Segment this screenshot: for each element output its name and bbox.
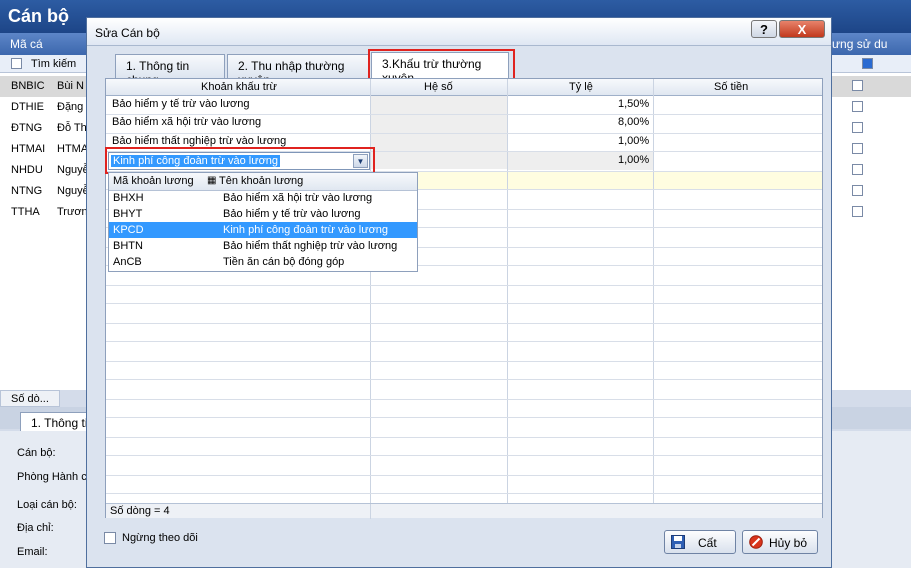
- dropdown-list: Mã khoản lương ▦ Tên khoản lương BHXH Bả…: [108, 172, 418, 272]
- staff-type-label: Loại cán bộ:: [17, 499, 77, 511]
- floppy-disk-icon: [671, 535, 685, 549]
- tab-general-info[interactable]: 1. Thông tin chung: [115, 54, 225, 87]
- email-label: Email:: [17, 546, 48, 558]
- select-all-checkbox[interactable]: [11, 58, 22, 69]
- column-deduction-header[interactable]: Khoản khấu trừ: [201, 81, 277, 93]
- row-checkbox[interactable]: [852, 206, 863, 217]
- row-count-label: Số dòng = 4: [110, 505, 170, 517]
- tab-general-info-label: 1. Thông tin: [31, 416, 95, 430]
- column-coefficient-header[interactable]: Hệ số: [424, 81, 453, 93]
- search-label[interactable]: Tìm kiếm: [31, 58, 76, 70]
- column-in-use-header[interactable]: ưng sử du: [832, 37, 887, 51]
- grid-footer: Số dòng = 4: [106, 503, 822, 519]
- department-label: Phòng Hành c: [17, 471, 87, 483]
- stop-tracking-option[interactable]: Ngừng theo dõi: [104, 531, 224, 547]
- column-code-header[interactable]: Mã cá: [10, 37, 43, 51]
- deduction-rate[interactable]: 8,00%: [618, 116, 649, 128]
- cancel-button[interactable]: Hủy bỏ: [742, 530, 818, 554]
- cancel-icon: [749, 535, 763, 549]
- help-button[interactable]: ?: [751, 20, 777, 38]
- dropdown-option[interactable]: BHTN Bảo hiểm thất nghiệp trừ vào lương: [109, 238, 417, 254]
- list-icon: ▦: [207, 175, 217, 186]
- new-row[interactable]: [371, 171, 822, 189]
- save-button-label: Cất: [698, 536, 717, 550]
- edit-staff-dialog: Sửa Cán bộ ? X 1. Thông tin chung 2. Thu…: [86, 17, 832, 568]
- deduction-name[interactable]: Bảo hiểm xã hội trừ vào lương: [112, 116, 261, 128]
- deduction-rate[interactable]: 1,50%: [618, 98, 649, 110]
- row-checkbox[interactable]: [852, 164, 863, 175]
- column-rate-header[interactable]: Tỷ lệ: [569, 81, 593, 93]
- row-checkbox[interactable]: [852, 80, 863, 91]
- dropdown-option[interactable]: BHXH Bảo hiểm xã hội trừ vào lương: [109, 190, 417, 206]
- dropdown-header: Mã khoản lương ▦ Tên khoản lương: [109, 173, 417, 191]
- row-checkbox[interactable]: [852, 185, 863, 196]
- cancel-button-label: Hủy bỏ: [769, 536, 808, 550]
- deduction-name[interactable]: Bảo hiểm thất nghiệp trừ vào lương: [112, 135, 286, 147]
- deduction-rate[interactable]: 1,00%: [618, 154, 649, 166]
- row-checkbox[interactable]: [852, 101, 863, 112]
- deductions-panel: Khoản khấu trừ Hệ số Tỷ lệ Số tiền Bảo h…: [105, 78, 823, 519]
- dialog-title: Sửa Cán bộ: [87, 18, 831, 46]
- stop-tracking-checkbox[interactable]: [104, 532, 116, 544]
- dropdown-name-header: Tên khoản lương: [219, 175, 304, 187]
- dropdown-option-selected[interactable]: KPCD Kinh phí công đoàn trừ vào lương: [109, 222, 417, 238]
- staff-label: Cán bộ:: [17, 447, 56, 459]
- dropdown-option[interactable]: BHYT Bảo hiểm y tế trừ vào lương: [109, 206, 417, 222]
- row-count: Số dò...: [0, 390, 60, 407]
- grid-header: Khoản khấu trừ Hệ số Tỷ lệ Số tiền: [106, 79, 822, 96]
- dropdown-option[interactable]: AnCB Tiền ăn cán bộ đóng góp: [109, 254, 417, 270]
- row-checkbox[interactable]: [852, 143, 863, 154]
- tab-regular-income[interactable]: 2. Thu nhập thường xuyên: [227, 54, 369, 87]
- deduction-name[interactable]: Bảo hiểm y tế trừ vào lương: [112, 98, 250, 110]
- dropdown-code-header: Mã khoản lương: [113, 175, 194, 187]
- close-button[interactable]: X: [779, 20, 825, 38]
- column-amount-header[interactable]: Số tiền: [714, 81, 748, 93]
- annotation-highlight: [105, 147, 375, 174]
- filter-checkbox[interactable]: [862, 58, 873, 69]
- stop-tracking-label: Ngừng theo dõi: [122, 532, 198, 544]
- save-button[interactable]: Cất: [664, 530, 736, 554]
- row-checkbox[interactable]: [852, 122, 863, 133]
- deduction-rate[interactable]: 1,00%: [618, 135, 649, 147]
- address-label: Địa chỉ:: [17, 522, 54, 534]
